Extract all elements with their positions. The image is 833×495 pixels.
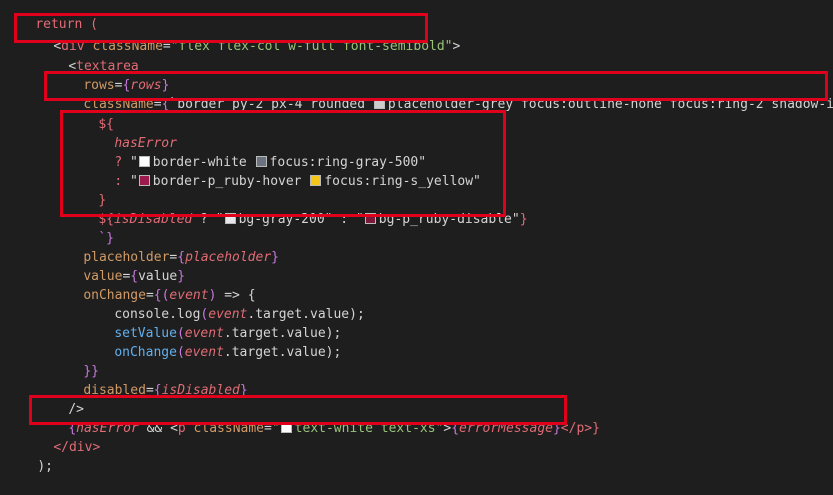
color-swatch-icon	[373, 98, 385, 109]
code-line: ? " border-white focus:ring-gray-500"	[83, 134, 426, 170]
code-token: p	[177, 421, 186, 436]
color-swatch-icon	[310, 175, 322, 186]
code-token: placeholder-grey focus:outline-none focu…	[387, 97, 833, 112]
code-token: border-p_ruby-hover	[152, 174, 310, 189]
code-token: {	[451, 421, 460, 436]
code-line: }	[67, 172, 106, 208]
code-token: =	[153, 97, 162, 112]
code-token: onChange	[114, 345, 177, 360]
code-line: <textarea	[37, 38, 138, 74]
code-line: rows={rows}	[52, 57, 169, 93]
code-token: isDisabled	[113, 212, 193, 227]
color-swatch-icon	[224, 213, 236, 224]
code-line: onChange(event.target.value);	[83, 324, 341, 360]
code-line: }}	[52, 343, 99, 379]
code-token: placeholder	[185, 250, 272, 265]
code-token: >	[452, 39, 461, 54]
code-token: &&	[138, 421, 171, 436]
code-token: "flex flex-col w-full font-semibold"	[170, 39, 453, 54]
code-token: focus:ring-s_yellow"	[324, 174, 481, 189]
code-line: onChange={(event) => {	[52, 267, 255, 303]
color-swatch-icon	[280, 422, 292, 433]
code-token: }	[239, 383, 248, 398]
code-token: </p>}	[560, 421, 600, 436]
code-token: {	[153, 383, 162, 398]
code-token: text-white text-xs"	[294, 421, 444, 436]
code-line: disabled={isDisabled}	[52, 362, 247, 398]
code-token: =	[162, 39, 171, 54]
code-token: </div>	[53, 440, 101, 455]
code-token: :	[114, 174, 123, 189]
code-line: hasError	[83, 115, 177, 151]
code-line: return (	[4, 0, 98, 32]
code-line: ${	[67, 96, 114, 132]
code-token: : "	[332, 212, 364, 227]
code-line: </div>	[22, 419, 100, 455]
code-token: ? "	[192, 212, 224, 227]
code-token: className	[185, 421, 265, 436]
code-line: <div className="flex flex-col w-full fon…	[22, 18, 460, 54]
code-token: border py-2 px-4 rounded	[177, 97, 373, 112]
code-token: }	[519, 212, 528, 227]
code-line: value={value}	[52, 248, 185, 284]
code-token: =	[145, 383, 154, 398]
code-line: />	[37, 381, 84, 417]
code-token: event	[184, 345, 224, 360]
code-token: );	[37, 459, 53, 474]
code-line: : " border-p_ruby-hover focus:ring-s_yell…	[83, 153, 481, 189]
code-token: }	[552, 421, 561, 436]
code-line: );	[6, 438, 53, 474]
code-token: isDisabled	[161, 383, 240, 398]
code-line: setValue(event.target.value);	[83, 305, 341, 341]
code-token: }	[271, 250, 279, 265]
code-token: (	[176, 345, 185, 360]
code-editor[interactable]: return ( <div className="flex flex-col w…	[0, 0, 833, 474]
color-swatch-icon	[138, 175, 150, 186]
code-token: errorMessage	[459, 421, 553, 436]
code-token: <	[170, 421, 178, 436]
code-token: bg-p_ruby-disable"	[378, 212, 520, 227]
code-line: {hasError && <p className=" text-white te…	[37, 400, 600, 436]
code-token: bg-gray-200"	[238, 212, 333, 227]
code-token: "	[271, 421, 280, 436]
code-line: `}	[67, 210, 114, 246]
color-swatch-icon	[364, 213, 376, 224]
code-line: console.log(event.target.value);	[83, 286, 364, 322]
code-token: "	[122, 174, 138, 189]
code-token: .target.value);	[223, 345, 342, 360]
code-token: disabled	[83, 383, 146, 398]
code-line: className={`border py-2 px-4 rounded pla…	[52, 76, 833, 112]
code-line: ${isDisabled ? " bg-gray-200" : " bg-p_rub…	[67, 191, 527, 227]
code-token: =	[264, 421, 272, 436]
code-line: placeholder={placeholder}	[52, 229, 279, 265]
